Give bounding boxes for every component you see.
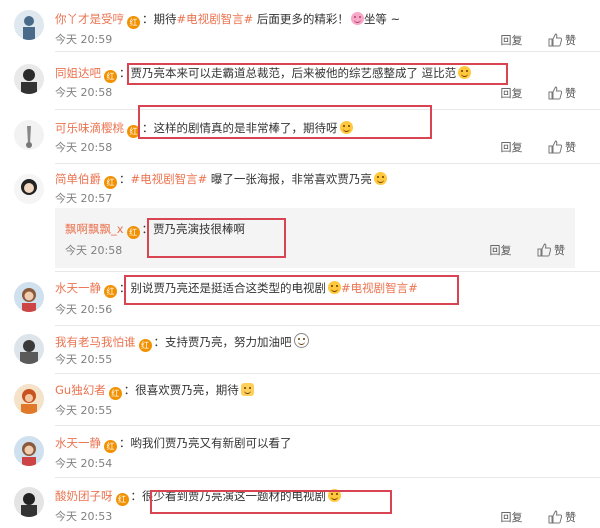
avatar[interactable] xyxy=(14,64,44,94)
thumbs-up-icon xyxy=(548,510,562,524)
timestamp: 今天 20:59 xyxy=(55,33,113,46)
avatar[interactable] xyxy=(14,282,44,312)
username-link[interactable]: 简单伯爵 xyxy=(55,172,101,186)
comment-text: 支持贾乃亮，努力加油吧 xyxy=(165,335,292,349)
avatar[interactable] xyxy=(14,436,44,466)
reply-button[interactable]: 回复 xyxy=(490,244,512,257)
username-link[interactable]: Gu独幻者 xyxy=(55,383,106,397)
username-link[interactable]: 飘啊飘飘_x xyxy=(65,222,124,236)
username-link[interactable]: 水天一静 xyxy=(55,281,101,295)
avatar[interactable] xyxy=(14,487,44,517)
highlight-box xyxy=(138,105,432,139)
like-button[interactable]: 赞 xyxy=(548,510,576,524)
like-label: 赞 xyxy=(565,511,576,524)
like-label: 赞 xyxy=(565,34,576,47)
reply-button[interactable]: 回复 xyxy=(501,34,523,47)
member-badge-icon: 红 xyxy=(104,440,117,453)
highlight-box xyxy=(147,218,286,258)
timestamp: 今天 20:58 xyxy=(55,86,113,99)
thumbs-up-icon xyxy=(548,140,562,154)
timestamp: 今天 20:57 xyxy=(55,192,113,205)
member-badge-icon: 红 xyxy=(115,493,129,506)
smile-outline-emoji-icon xyxy=(293,333,309,348)
username-link[interactable]: 可乐味滴樱桃 xyxy=(55,121,124,135)
sub-reply: 飘啊飘飘_x 红：贾乃亮演技很棒啊 今天 20:58 回复 赞 xyxy=(55,208,575,268)
thumbs-up-icon xyxy=(548,33,562,47)
highlight-box xyxy=(150,490,392,514)
like-label: 赞 xyxy=(565,87,576,100)
comment-text: 很喜欢贾乃亮，期待 xyxy=(135,383,239,397)
like-button[interactable]: 赞 xyxy=(548,140,576,154)
username-link[interactable]: 酸奶团子呀 xyxy=(55,489,113,503)
comment-text: 后面更多的精彩！ xyxy=(253,12,349,26)
comment-item: Gu独幻者红：很喜欢贾乃亮，期待 今天 20:55 xyxy=(0,374,600,426)
avatar[interactable] xyxy=(14,384,44,414)
member-badge-icon: 红 xyxy=(104,70,117,83)
comment-text: 曝了一张海报，非常喜欢贾乃亮 xyxy=(207,172,372,186)
reply-button[interactable]: 回复 xyxy=(501,511,523,524)
highlight-box xyxy=(124,275,459,305)
highlight-box xyxy=(127,63,508,85)
reply-button[interactable]: 回复 xyxy=(501,141,523,154)
like-button[interactable]: 赞 xyxy=(548,33,576,47)
username-link[interactable]: 同姐达吧 xyxy=(55,66,101,80)
member-badge-icon: 红 xyxy=(127,16,140,29)
timestamp: 今天 20:55 xyxy=(55,353,113,366)
avatar[interactable] xyxy=(14,120,44,150)
reply-button[interactable]: 回复 xyxy=(501,87,523,100)
avatar[interactable] xyxy=(14,174,44,204)
divider xyxy=(55,163,600,164)
thumbs-up-icon xyxy=(548,86,562,100)
username-link[interactable]: 你丫才是受哼 xyxy=(55,12,124,26)
thumbs-up-emoji-icon xyxy=(240,383,254,396)
username-link[interactable]: 水天一静 xyxy=(55,436,101,450)
like-label: 赞 xyxy=(554,244,565,257)
timestamp: 今天 20:53 xyxy=(55,510,113,523)
member-badge-icon: 红 xyxy=(104,176,117,189)
avatar[interactable] xyxy=(14,334,44,364)
timestamp: 今天 20:56 xyxy=(55,303,113,316)
member-badge-icon: 红 xyxy=(126,226,140,239)
timestamp: 今天 20:58 xyxy=(65,244,123,257)
pig-face-emoji-icon xyxy=(350,12,364,25)
like-label: 赞 xyxy=(565,141,576,154)
comment-item: 你丫才是受哼红：期待#电视剧智言# 后面更多的精彩！ 坐等 ~ 今天 20:59 … xyxy=(0,0,600,52)
timestamp: 今天 20:54 xyxy=(55,457,113,470)
timestamp: 今天 20:58 xyxy=(55,141,113,154)
like-button[interactable]: 赞 xyxy=(537,243,565,257)
topic-link[interactable]: #电视剧智言# xyxy=(177,12,254,26)
member-badge-icon: 红 xyxy=(138,339,152,352)
comment-list: 你丫才是受哼红：期待#电视剧智言# 后面更多的精彩！ 坐等 ~ 今天 20:59 … xyxy=(0,0,600,528)
comment-text: 哟我们贾乃亮又有新剧可以看了 xyxy=(130,436,292,450)
thumbs-up-icon xyxy=(537,243,551,257)
comment-item: 水天一静红：哟我们贾乃亮又有新剧可以看了 今天 20:54 xyxy=(0,426,600,478)
member-badge-icon: 红 xyxy=(108,387,122,400)
timestamp: 今天 20:55 xyxy=(55,404,113,417)
comment-item: 我有老马我怕谁红：支持贾乃亮，努力加油吧 今天 20:55 xyxy=(0,326,600,374)
member-badge-icon: 红 xyxy=(104,285,117,298)
comment-text: 期待 xyxy=(153,12,177,26)
comment-text: 坐等 ~ xyxy=(363,12,401,26)
smile-face-emoji-icon xyxy=(373,172,387,185)
username-link[interactable]: 我有老马我怕谁 xyxy=(55,335,136,349)
topic-link[interactable]: #电视剧智言# xyxy=(131,172,208,186)
avatar[interactable] xyxy=(14,10,44,40)
like-button[interactable]: 赞 xyxy=(548,86,576,100)
divider xyxy=(55,51,600,52)
